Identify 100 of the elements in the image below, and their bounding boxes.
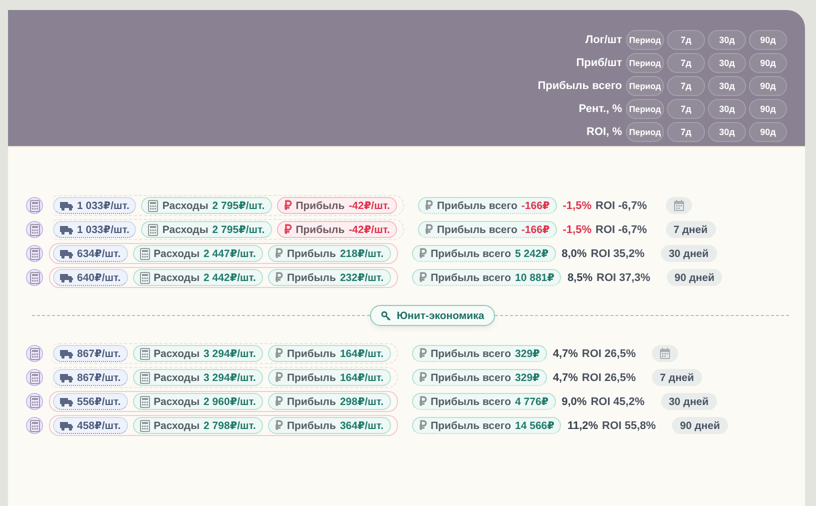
period-option[interactable]: 90д — [749, 122, 787, 142]
total-profit-label: Прибыль всего — [436, 200, 518, 212]
unit-economics-button[interactable]: Юнит-экономика — [370, 305, 496, 326]
period-option[interactable]: Период — [626, 99, 664, 119]
period-option[interactable]: 90д — [749, 99, 787, 119]
total-profit-value: 5 242₽ — [515, 248, 549, 260]
period-option[interactable]: Период — [626, 30, 664, 50]
calculator-icon — [140, 348, 150, 360]
total-profit-value: 4 776₽ — [515, 396, 549, 408]
roi-value: ROI 55,8% — [602, 420, 657, 432]
truck-icon — [60, 248, 73, 258]
ruble-icon — [284, 200, 292, 211]
total-profit-label: Прибыль всего — [430, 248, 512, 260]
expenses-value: 2 447₽/шт. — [204, 248, 256, 260]
ruble-icon — [284, 224, 292, 235]
period-option[interactable]: 90д — [749, 30, 787, 50]
calculator-button[interactable] — [26, 269, 43, 286]
calculator-icon — [140, 372, 150, 384]
truck-icon — [60, 420, 73, 430]
calculator-button[interactable] — [26, 393, 43, 410]
ruble-icon — [418, 248, 427, 259]
ruble-icon — [274, 396, 283, 407]
period-badge[interactable]: 30 дней — [660, 393, 717, 410]
period-button[interactable] — [666, 197, 692, 214]
roi-value: ROI 37,3% — [596, 272, 652, 284]
filter-label: ROI, % — [586, 126, 622, 138]
period-badge[interactable]: 30 дней — [660, 245, 717, 262]
calculator-button[interactable] — [26, 221, 43, 238]
total-profit-label: Прибыль всего — [430, 396, 512, 408]
roi-value: ROI 26,5% — [582, 372, 637, 384]
filter-label: Лог/шт — [585, 34, 622, 46]
total-profit-value: 10 881₽ — [515, 272, 554, 284]
calculator-button[interactable] — [26, 245, 43, 262]
ruble-icon — [418, 272, 427, 283]
expenses-label: Расходы — [154, 420, 200, 432]
margin-value: 4,7% — [552, 348, 578, 360]
margin-value: 9,0% — [562, 396, 587, 408]
period-option[interactable]: 90д — [749, 53, 787, 73]
calculator-button[interactable] — [26, 369, 43, 386]
filter-label: Рент., % — [578, 103, 622, 115]
logistics-value: 640₽/шт. — [77, 272, 121, 284]
period-option[interactable]: 30д — [708, 99, 746, 119]
calculator-icon — [148, 200, 158, 212]
logistics-value: 556₽/шт. — [77, 396, 121, 408]
ruble-icon — [418, 372, 427, 383]
period-option[interactable]: Период — [626, 76, 664, 96]
period-option[interactable]: 30д — [708, 76, 746, 96]
period-option[interactable]: 90д — [749, 76, 787, 96]
period-option[interactable]: Период — [626, 122, 664, 142]
period-option[interactable]: 7д — [667, 99, 705, 119]
expenses-label: Расходы — [162, 200, 208, 212]
period-option[interactable]: 7д — [667, 122, 705, 142]
calculator-icon — [140, 420, 150, 432]
profit-value: 232₽/шт. — [340, 272, 384, 284]
period-option[interactable]: Период — [626, 53, 664, 73]
period-option[interactable]: 30д — [708, 122, 746, 142]
logistics-value: 867₽/шт. — [77, 348, 121, 360]
profit-label: Прибыль — [286, 420, 336, 432]
expenses-value: 2 795₽/шт. — [212, 224, 265, 236]
expenses-label: Расходы — [154, 248, 200, 260]
profit-value: 164₽/шт. — [340, 348, 384, 360]
period-badge[interactable]: 90 дней — [666, 269, 722, 286]
profit-value: 364₽/шт. — [340, 420, 384, 432]
calculator-icon — [30, 248, 40, 260]
calculator-button[interactable] — [26, 345, 43, 362]
period-option[interactable]: 7д — [667, 53, 705, 73]
period-option[interactable]: 7д — [667, 30, 705, 50]
calculator-icon — [140, 272, 150, 284]
truck-icon — [60, 372, 73, 382]
period-badge[interactable]: 90 дней — [672, 417, 728, 434]
profit-value: 218₽/шт. — [340, 248, 384, 260]
period-button[interactable] — [652, 345, 678, 362]
calculator-icon — [148, 224, 158, 236]
profit-value: 164₽/шт. — [340, 372, 384, 384]
ruble-icon — [418, 396, 427, 407]
calculator-button[interactable] — [26, 417, 43, 434]
period-option[interactable]: 7д — [667, 76, 705, 96]
period-badge[interactable]: 7 дней — [652, 369, 702, 386]
period-option[interactable]: 30д — [708, 53, 746, 73]
total-profit-label: Прибыль всего — [430, 348, 512, 360]
calculator-icon — [30, 396, 40, 408]
calculator-icon — [30, 224, 40, 236]
logistics-value: 458₽/шт. — [77, 420, 121, 432]
roi-value: ROI -6,7% — [596, 200, 648, 212]
total-profit-label: Прибыль всего — [430, 372, 512, 384]
logistics-value: 1 033₽/шт. — [77, 200, 130, 212]
profit-label: Прибыль — [286, 348, 336, 360]
calculator-icon — [30, 348, 40, 360]
roi-value: ROI 26,5% — [582, 348, 637, 360]
truck-icon — [60, 200, 73, 210]
calculator-icon — [30, 372, 40, 384]
expenses-value: 2 442₽/шт. — [204, 272, 256, 284]
period-option[interactable]: 30д — [708, 30, 746, 50]
ruble-icon — [424, 224, 433, 235]
ruble-icon — [418, 348, 427, 359]
filter-label: Приб/шт — [576, 57, 622, 69]
period-badge[interactable]: 7 дней — [666, 221, 716, 238]
ruble-icon — [418, 420, 427, 431]
calculator-button[interactable] — [26, 197, 43, 214]
roi-value: ROI 45,2% — [590, 396, 646, 408]
